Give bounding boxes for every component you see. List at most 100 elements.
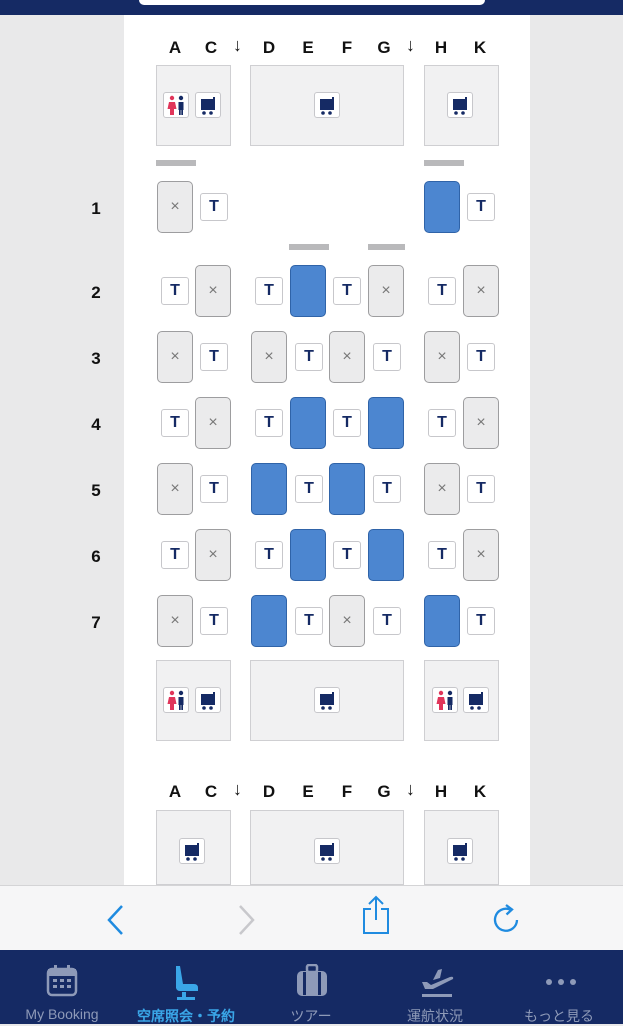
seat-type-t-icon: T — [373, 607, 401, 635]
seat-6d[interactable] — [290, 529, 326, 581]
seat-unavailable-icon: × — [476, 414, 486, 431]
seat-3h: × — [424, 331, 460, 383]
galley-cart-icon — [447, 838, 473, 864]
column-letter-e: E — [302, 38, 314, 57]
tab-tour[interactable]: ツアー — [249, 950, 373, 1024]
seat-6a: × — [195, 529, 231, 581]
seat-5h: × — [424, 463, 460, 515]
seat-type-t-icon: T — [333, 277, 361, 305]
seat-type-t-icon: T — [161, 277, 189, 305]
tab-flight-status[interactable]: 運航状況 — [373, 950, 497, 1024]
seat-5f[interactable] — [329, 463, 365, 515]
seat-type-t-icon: T — [428, 409, 456, 437]
column-letter-f: F — [341, 38, 353, 57]
column-letter-f: F — [341, 782, 353, 801]
seat-type-t-icon: T — [200, 475, 228, 503]
seat-type-t-icon: T — [467, 607, 495, 635]
seat-1a: × — [157, 181, 193, 233]
forward-chevron-icon[interactable] — [234, 903, 258, 937]
segmented-control[interactable] — [138, 0, 486, 6]
seat-type-t-icon: T — [255, 409, 283, 437]
row-number: 1 — [91, 199, 101, 218]
seat-2d[interactable] — [290, 265, 326, 317]
column-letter-c: C — [204, 38, 218, 57]
tab-my-booking[interactable]: My Booking — [0, 950, 124, 1024]
bulkhead-bar — [289, 244, 329, 250]
lavatory-icon — [163, 92, 189, 118]
galley-cart-icon — [314, 92, 340, 118]
more-dots-icon — [546, 979, 576, 985]
seat-type-t-icon: T — [333, 541, 361, 569]
seat-type-t-icon: T — [200, 343, 228, 371]
column-letter-g: G — [377, 38, 391, 57]
seat-type-t-icon: T — [295, 475, 323, 503]
seat-5a: × — [157, 463, 193, 515]
seat-unavailable-icon: × — [208, 282, 218, 299]
seat-2f: × — [368, 265, 404, 317]
bottom-tab-bar: My Booking 空席照会・予約 ツアー 運航状況 もっと見る — [0, 950, 623, 1024]
column-letter-d: D — [262, 782, 276, 801]
tab-more[interactable]: もっと見る — [497, 950, 621, 1024]
share-icon[interactable] — [360, 894, 392, 936]
row-number: 6 — [91, 547, 101, 566]
seat-4d[interactable] — [290, 397, 326, 449]
column-letter-a: A — [168, 38, 182, 57]
galley-cart-icon — [314, 687, 340, 713]
seat-5d[interactable] — [251, 463, 287, 515]
tab-label: My Booking — [25, 1006, 99, 1022]
column-letter-h: H — [434, 782, 448, 801]
seat-type-t-icon: T — [200, 193, 228, 221]
column-letter-g: G — [377, 782, 391, 801]
seat-6f[interactable] — [368, 529, 404, 581]
seat-unavailable-icon: × — [381, 282, 391, 299]
seat-unavailable-icon: × — [208, 546, 218, 563]
bulkhead-bar — [368, 244, 405, 250]
column-letter-k: K — [473, 38, 487, 57]
back-chevron-icon[interactable] — [104, 903, 128, 937]
tab-seat-reservation[interactable]: 空席照会・予約 — [124, 950, 248, 1024]
aisle-arrow-icon: ↓ — [406, 779, 415, 799]
seat-type-t-icon: T — [161, 409, 189, 437]
aisle-arrow-icon: ↓ — [233, 779, 242, 799]
lavatory-icon — [432, 687, 458, 713]
seat-type-t-icon: T — [161, 541, 189, 569]
seat-unavailable-icon: × — [437, 480, 447, 497]
seat-unavailable-icon: × — [170, 348, 180, 365]
seat-type-t-icon: T — [295, 343, 323, 371]
seat-4f[interactable] — [368, 397, 404, 449]
tab-label: もっと見る — [524, 1008, 594, 1024]
calendar-icon — [46, 965, 78, 997]
seat-type-t-icon: T — [428, 277, 456, 305]
seat-icon — [176, 966, 198, 1000]
column-letter-a: A — [168, 782, 182, 801]
browser-toolbar — [0, 885, 623, 951]
seat-2h: × — [463, 265, 499, 317]
seat-6h: × — [463, 529, 499, 581]
seat-unavailable-icon: × — [208, 414, 218, 431]
seat-unavailable-icon: × — [264, 348, 274, 365]
seat-type-t-icon: T — [333, 409, 361, 437]
aisle-arrow-icon: ↓ — [406, 35, 415, 55]
seat-4h: × — [463, 397, 499, 449]
galley-cart-icon — [447, 92, 473, 118]
tab-label: ツアー — [290, 1008, 332, 1024]
seat-unavailable-icon: × — [342, 348, 352, 365]
seat-7d[interactable] — [251, 595, 287, 647]
seat-type-t-icon: T — [467, 343, 495, 371]
seat-unavailable-icon: × — [170, 480, 180, 497]
column-letter-h: H — [434, 38, 448, 57]
row-number: 2 — [91, 283, 101, 302]
seat-unavailable-icon: × — [476, 546, 486, 563]
galley-cart-icon — [195, 92, 221, 118]
row-number: 4 — [91, 415, 101, 434]
seat-3f: × — [329, 331, 365, 383]
seat-2a: × — [195, 265, 231, 317]
seat-7h[interactable] — [424, 595, 460, 647]
aisle-arrow-icon: ↓ — [233, 35, 242, 55]
seat-1k[interactable] — [424, 181, 460, 233]
reload-icon[interactable] — [491, 903, 523, 935]
seat-type-t-icon: T — [255, 541, 283, 569]
seat-3a: × — [157, 331, 193, 383]
seat-type-t-icon: T — [467, 475, 495, 503]
lavatory-icon — [163, 687, 189, 713]
